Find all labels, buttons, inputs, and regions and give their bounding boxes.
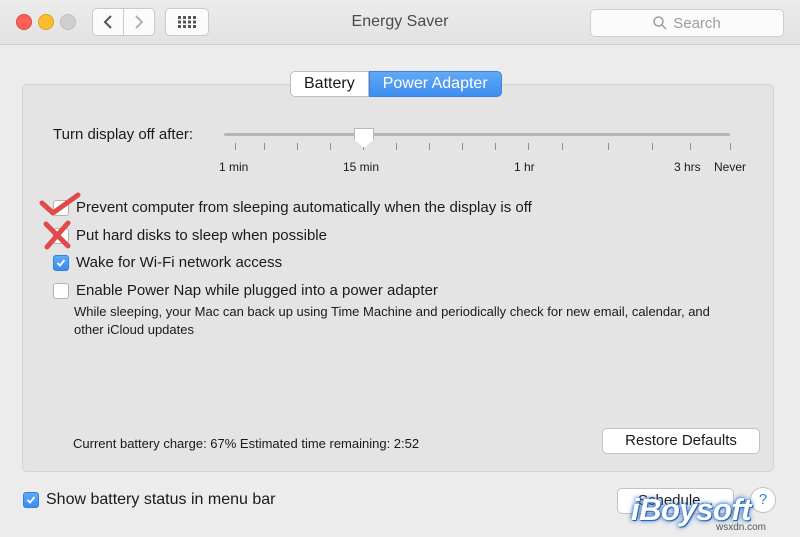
display-off-slider[interactable] bbox=[224, 133, 730, 136]
tick-label-never: Never bbox=[714, 160, 747, 174]
tick-label-1-min: 1 min bbox=[219, 160, 249, 174]
tick-label-15-min: 15 min bbox=[343, 160, 380, 174]
slider-tick bbox=[330, 143, 331, 150]
title-bar: Energy Saver Search bbox=[0, 0, 800, 45]
slider-tick bbox=[297, 143, 298, 150]
search-placeholder: Search bbox=[673, 14, 721, 32]
tab-power-adapter[interactable]: Power Adapter bbox=[368, 71, 502, 97]
show-battery-label: Show battery status in menu bar bbox=[46, 491, 276, 508]
search-icon bbox=[653, 16, 667, 30]
zoom-window-button[interactable] bbox=[60, 14, 76, 30]
restore-defaults-button[interactable]: Restore Defaults bbox=[602, 428, 760, 454]
slider-tick bbox=[235, 143, 236, 150]
forward-button[interactable] bbox=[123, 8, 155, 36]
slider-tick bbox=[652, 143, 653, 150]
option-disk-sleep[interactable]: Put hard disks to sleep when possible bbox=[53, 227, 327, 244]
checkmark-icon bbox=[26, 496, 36, 504]
option-show-battery[interactable]: Show battery status in menu bar bbox=[23, 491, 275, 509]
watermark-site: wsxdn.com bbox=[716, 522, 767, 533]
window-title: Energy Saver bbox=[351, 13, 449, 30]
red-cross-annotation-icon bbox=[43, 220, 71, 250]
chevron-left-icon bbox=[103, 15, 112, 29]
show-battery-checkbox[interactable] bbox=[23, 492, 39, 508]
slider-tick bbox=[429, 143, 430, 150]
power-nap-label: Enable Power Nap while plugged into a po… bbox=[76, 282, 438, 299]
help-button[interactable]: ? bbox=[750, 487, 776, 513]
tab-battery[interactable]: Battery bbox=[290, 71, 369, 97]
display-off-label: Turn display off after: bbox=[53, 126, 194, 143]
chevron-right-icon bbox=[135, 15, 144, 29]
tab-bar: Battery Power Adapter bbox=[290, 71, 502, 97]
tick-label-1-hr: 1 hr bbox=[514, 160, 535, 174]
option-power-nap[interactable]: Enable Power Nap while plugged into a po… bbox=[53, 282, 438, 299]
option-wake-wifi[interactable]: Wake for Wi-Fi network access bbox=[53, 254, 282, 271]
back-button[interactable] bbox=[92, 8, 124, 36]
checkmark-icon bbox=[56, 258, 66, 267]
battery-status-text: Current battery charge: 67% Estimated ti… bbox=[73, 436, 420, 451]
wake-wifi-label: Wake for Wi-Fi network access bbox=[76, 254, 283, 271]
slider-tick bbox=[690, 143, 691, 150]
disk-sleep-label: Put hard disks to sleep when possible bbox=[76, 227, 327, 244]
red-checkmark-annotation-icon bbox=[39, 192, 81, 216]
slider-tick bbox=[495, 143, 496, 150]
tick-label-3-hrs: 3 hrs bbox=[674, 160, 701, 174]
slider-tick bbox=[730, 143, 731, 150]
power-nap-description: While sleeping, your Mac can back up usi… bbox=[74, 304, 710, 337]
close-window-button[interactable] bbox=[16, 14, 32, 30]
slider-tick bbox=[528, 143, 529, 150]
wake-wifi-checkbox[interactable] bbox=[53, 254, 69, 271]
power-nap-checkbox[interactable] bbox=[53, 282, 69, 299]
slider-tick bbox=[562, 143, 563, 150]
grid-icon bbox=[178, 16, 196, 28]
search-field[interactable]: Search bbox=[590, 9, 784, 37]
minimize-window-button[interactable] bbox=[38, 14, 54, 30]
slider-tick bbox=[462, 143, 463, 150]
show-all-button[interactable] bbox=[165, 8, 209, 36]
slider-tick bbox=[608, 143, 609, 150]
prevent-sleep-label: Prevent computer from sleeping automatic… bbox=[76, 199, 532, 216]
slider-tick bbox=[264, 143, 265, 150]
energy-saver-window: Energy Saver Search Battery Power Adapte… bbox=[0, 0, 800, 537]
slider-tick bbox=[396, 143, 397, 150]
option-prevent-sleep[interactable]: Prevent computer from sleeping automatic… bbox=[53, 199, 532, 216]
